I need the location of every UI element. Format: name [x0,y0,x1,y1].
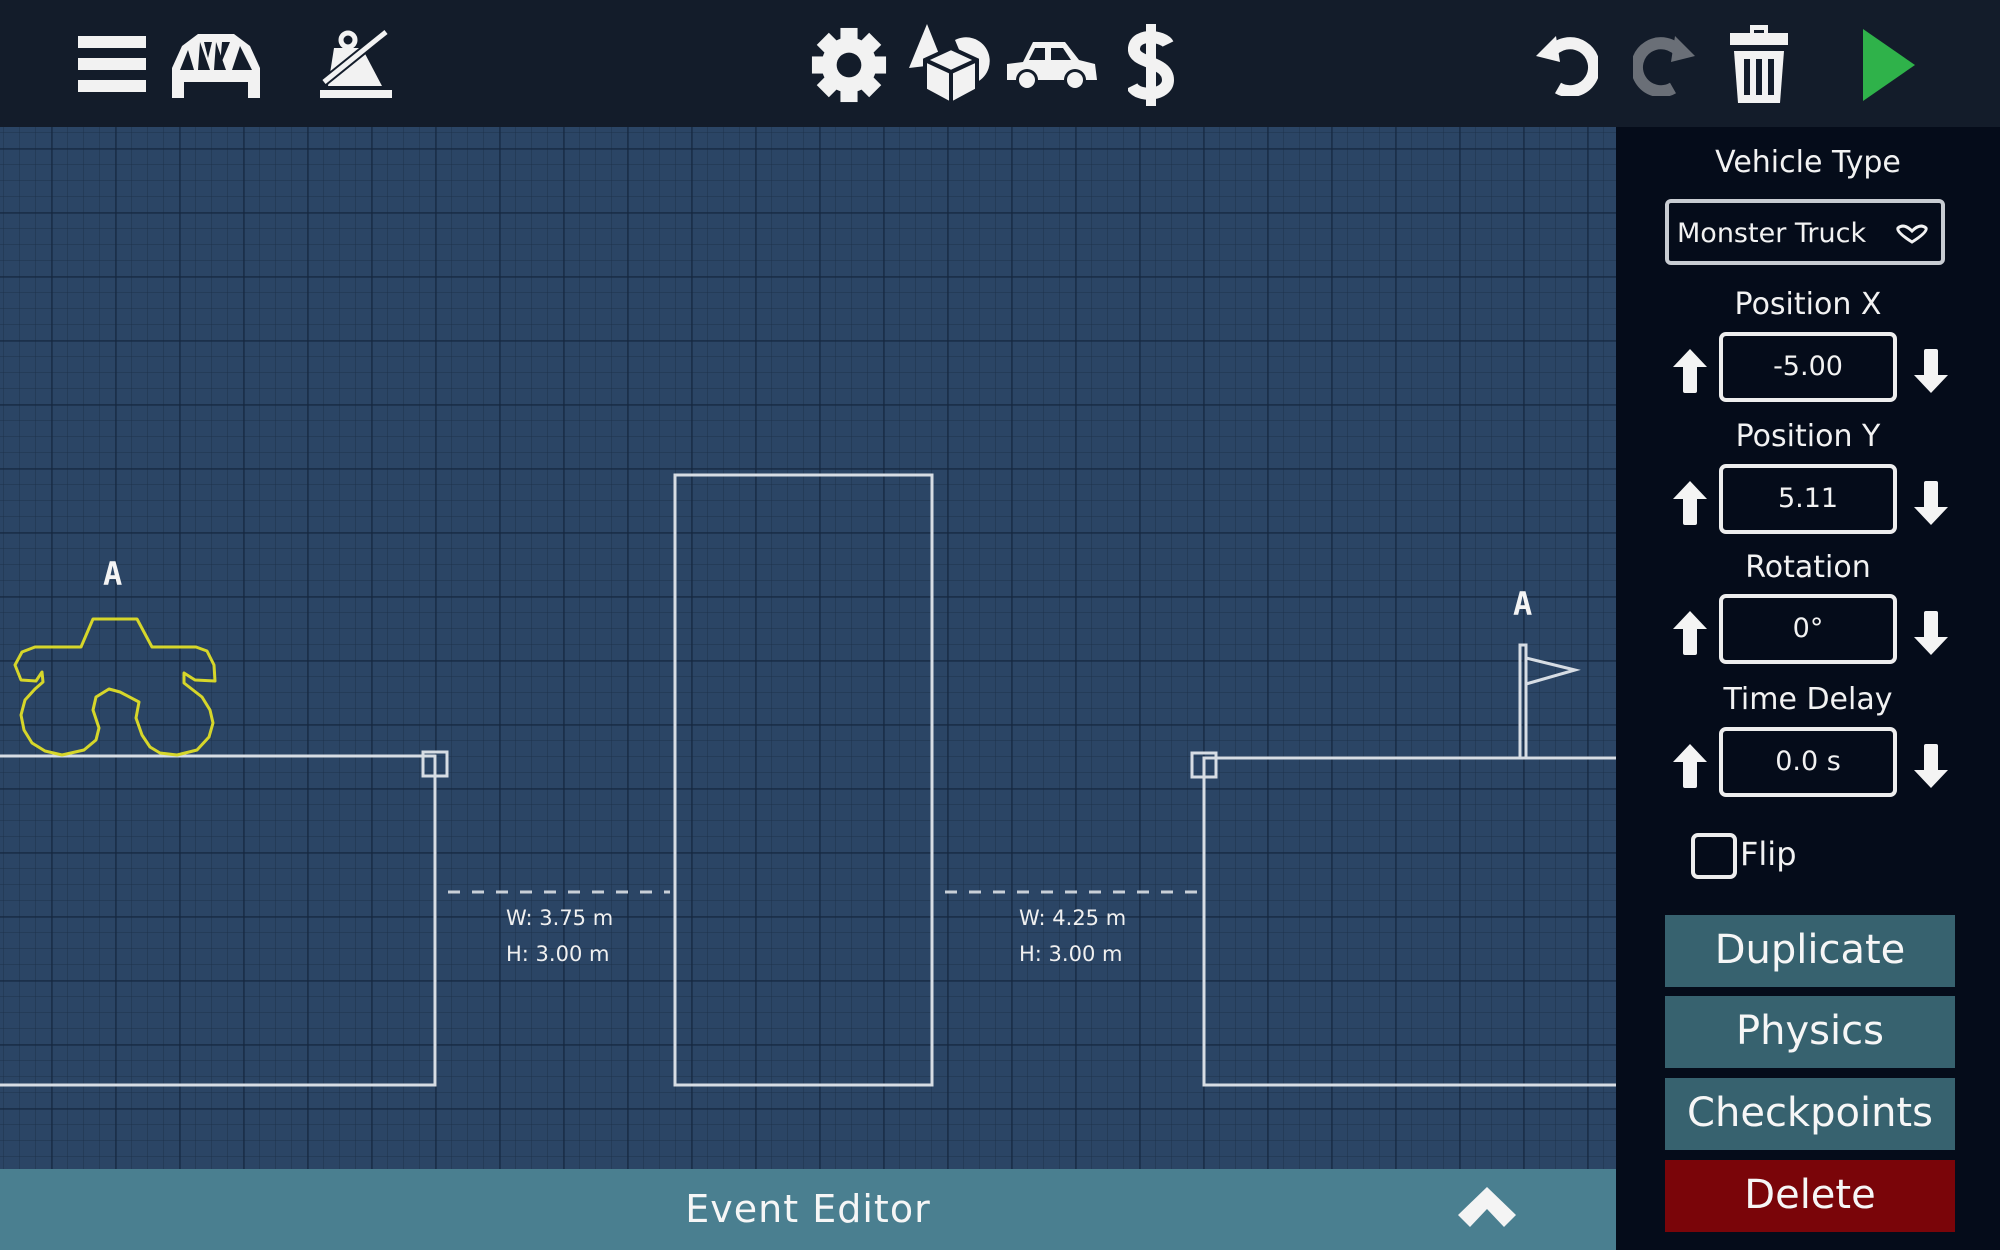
finish-flag[interactable] [1518,643,1581,760]
gap-1-height: H: 3.00 m [506,942,610,966]
right-platform[interactable] [1202,756,1616,1087]
monster-truck-vehicle[interactable] [13,617,217,757]
arrow-up-icon [1673,481,1707,525]
play-icon [1863,29,1915,101]
level-canvas[interactable]: A A W: 3.75 m H: 3.00 m W: 4.25 m H: 3.0… [0,127,1616,1169]
vehicle-type-label: Vehicle Type [1715,145,1901,180]
bridge-icon [172,34,260,98]
event-editor-bar[interactable]: Event Editor [0,1169,1616,1250]
hamburger-menu-icon [78,36,146,92]
chevron-up-icon[interactable] [1458,1187,1516,1229]
dollar-icon [1128,24,1174,106]
budget-button[interactable] [1128,24,1174,106]
top-toolbar [0,0,2000,127]
vehicle-type-dropdown[interactable]: Monster Truck [1665,199,1945,265]
checkpoints-button[interactable]: Checkpoints [1665,1078,1955,1150]
undo-icon [1536,36,1598,96]
chevron-down-icon [1896,224,1928,244]
weight-toggle-button[interactable] [320,30,394,98]
shapes-icon [909,24,990,106]
vehicles-button[interactable] [1005,40,1097,92]
menu-button[interactable] [78,36,146,92]
time-delay-label: Time Delay [1723,682,1893,717]
delete-all-button[interactable] [1730,25,1788,103]
gap-2-height: H: 3.00 m [1019,942,1123,966]
position-y-decrement-button[interactable] [1912,481,1950,525]
redo-button[interactable] [1633,32,1695,96]
rotation-label: Rotation [1745,550,1871,585]
physics-button[interactable]: Physics [1665,996,1955,1068]
position-y-label: Position Y [1735,419,1881,454]
gap-1-width: W: 3.75 m [506,906,614,930]
time-delay-decrement-button[interactable] [1912,744,1950,788]
flag-marker-label: A [1513,585,1533,623]
vehicle-type-value: Monster Truck [1677,218,1867,249]
arrow-down-icon [1914,611,1948,655]
position-x-increment-button[interactable] [1671,349,1709,393]
rotation-input[interactable]: 0° [1719,594,1897,664]
arrow-down-icon [1914,349,1948,393]
middle-block[interactable] [673,473,934,1087]
position-x-decrement-button[interactable] [1912,349,1950,393]
event-editor-label: Event Editor [685,1187,931,1231]
position-x-input[interactable]: -5.00 [1719,332,1897,402]
car-icon [1007,42,1097,91]
duplicate-button[interactable]: Duplicate [1665,915,1955,987]
position-y-input[interactable]: 5.11 [1719,464,1897,534]
settings-button[interactable] [810,27,888,103]
position-y-increment-button[interactable] [1671,481,1709,525]
time-delay-input[interactable]: 0.0 s [1719,727,1897,797]
rotation-increment-button[interactable] [1671,611,1709,655]
arrow-down-icon [1914,481,1948,525]
left-platform[interactable] [0,754,437,1087]
arrow-up-icon [1673,349,1707,393]
flip-label[interactable]: Flip [1740,835,1797,873]
gear-icon [811,27,887,103]
arrow-up-icon [1673,744,1707,788]
shapes-button[interactable] [905,24,995,106]
redo-icon [1633,36,1695,96]
gap-2-width: W: 4.25 m [1019,906,1127,930]
vehicle-properties-panel: Vehicle Type Monster Truck Position X -5… [1616,127,2000,1250]
gap-1-label: W: 3.75 m H: 3.00 m [506,900,613,972]
scene [0,473,1616,1087]
play-button[interactable] [1861,29,1915,101]
undo-button[interactable] [1536,32,1598,96]
vehicle-marker-label: A [103,555,123,593]
trash-icon [1730,25,1788,103]
bridge-button[interactable] [168,32,264,98]
gap-2-label: W: 4.25 m H: 3.00 m [1019,900,1126,972]
weight-off-icon [320,30,392,98]
arrow-down-icon [1914,744,1948,788]
rotation-decrement-button[interactable] [1912,611,1950,655]
delete-button[interactable]: Delete [1665,1160,1955,1232]
flip-checkbox[interactable] [1691,833,1737,879]
time-delay-increment-button[interactable] [1671,744,1709,788]
position-x-label: Position X [1734,287,1882,322]
arrow-up-icon [1673,611,1707,655]
